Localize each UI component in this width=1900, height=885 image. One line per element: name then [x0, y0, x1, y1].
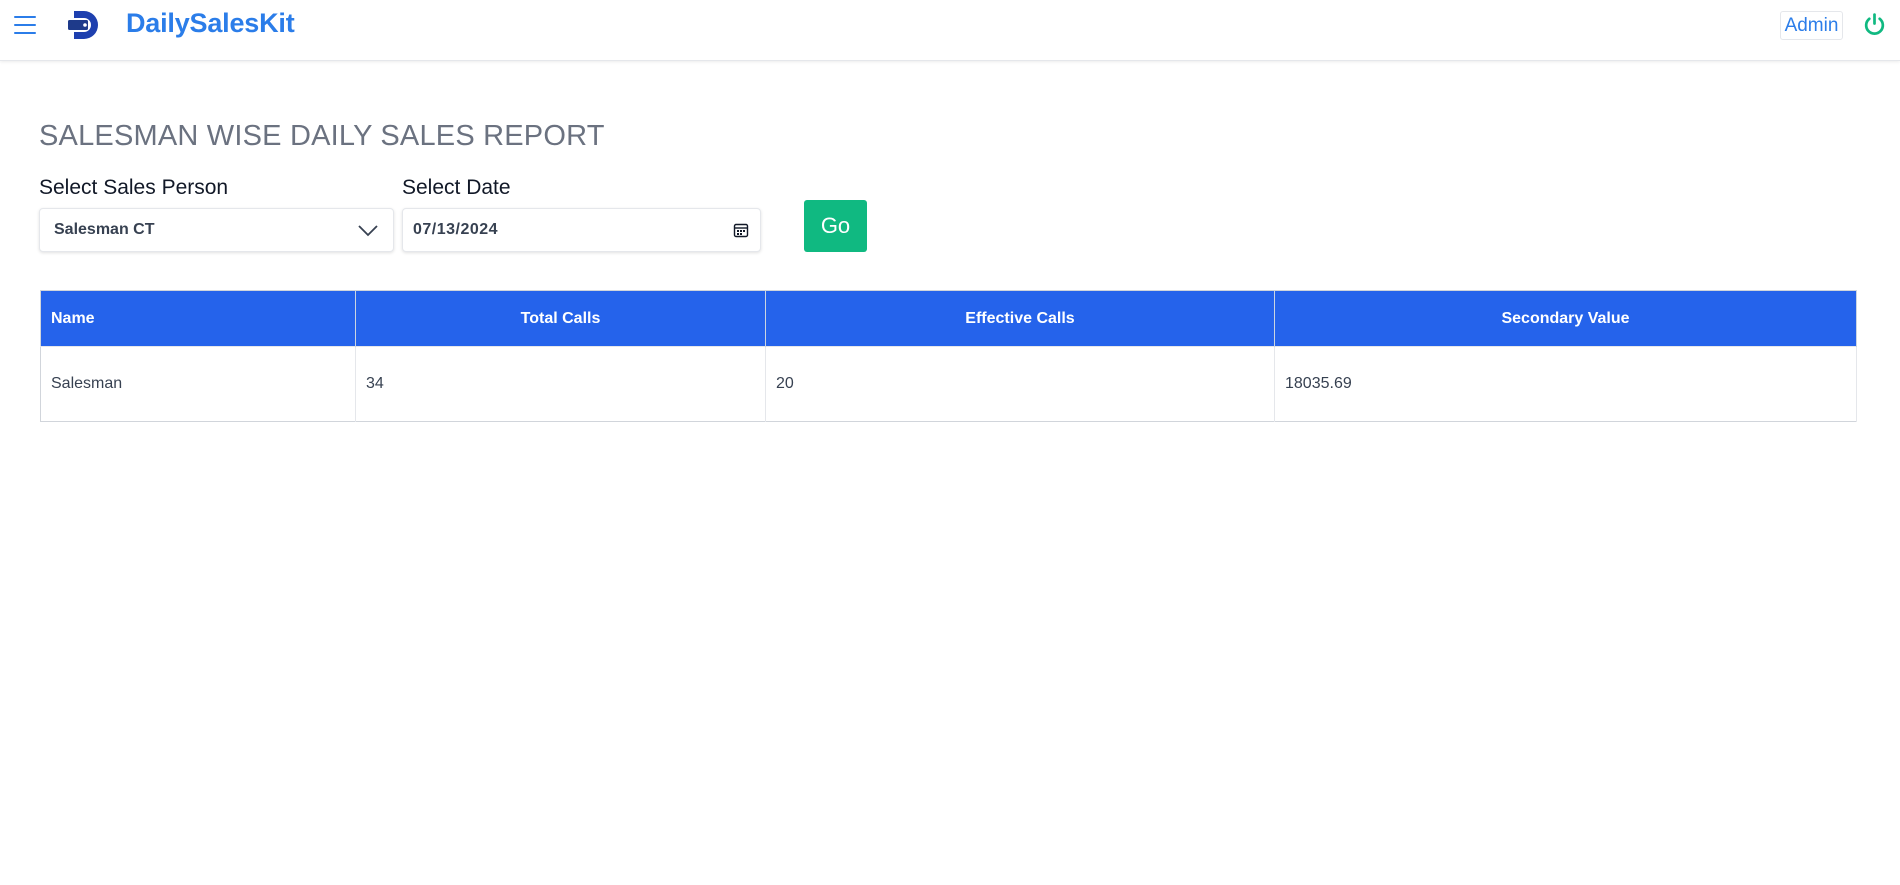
column-header-name[interactable]: Name [40, 290, 356, 347]
brand-name[interactable]: DailySalesKit [126, 8, 295, 39]
menu-icon[interactable] [12, 12, 38, 38]
table-header-row: Name Total Calls Effective Calls Seconda… [40, 290, 1857, 347]
date-label: Select Date [402, 176, 511, 199]
cell-total-calls: 34 [355, 346, 766, 422]
top-navbar: DailySalesKit Admin [0, 0, 1900, 61]
sales-person-label: Select Sales Person [39, 176, 229, 199]
report-table: Name Total Calls Effective Calls Seconda… [40, 290, 1857, 422]
cell-name: Salesman [40, 346, 356, 422]
admin-button[interactable]: Admin [1780, 11, 1843, 40]
date-value: 07/13/2024 [413, 221, 499, 238]
page-title: SALESMAN WISE DAILY SALES REPORT [39, 120, 605, 152]
power-icon[interactable] [1862, 12, 1887, 37]
go-button[interactable]: Go [804, 200, 867, 252]
cell-effective-calls: 20 [765, 346, 1275, 422]
chevron-down-icon [358, 225, 378, 237]
column-header-effective-calls[interactable]: Effective Calls [765, 290, 1275, 347]
column-header-total-calls[interactable]: Total Calls [355, 290, 766, 347]
column-header-secondary-value[interactable]: Secondary Value [1274, 290, 1857, 347]
sales-person-value: Salesman CT [54, 221, 155, 238]
cell-secondary-value: 18035.69 [1274, 346, 1857, 422]
date-input[interactable]: 07/13/2024 [402, 208, 761, 252]
calendar-icon[interactable] [733, 222, 749, 238]
sales-person-select[interactable]: Salesman CT [39, 208, 394, 252]
table-row: Salesman 34 20 18035.69 [40, 346, 1857, 422]
logo-icon[interactable] [66, 8, 102, 42]
